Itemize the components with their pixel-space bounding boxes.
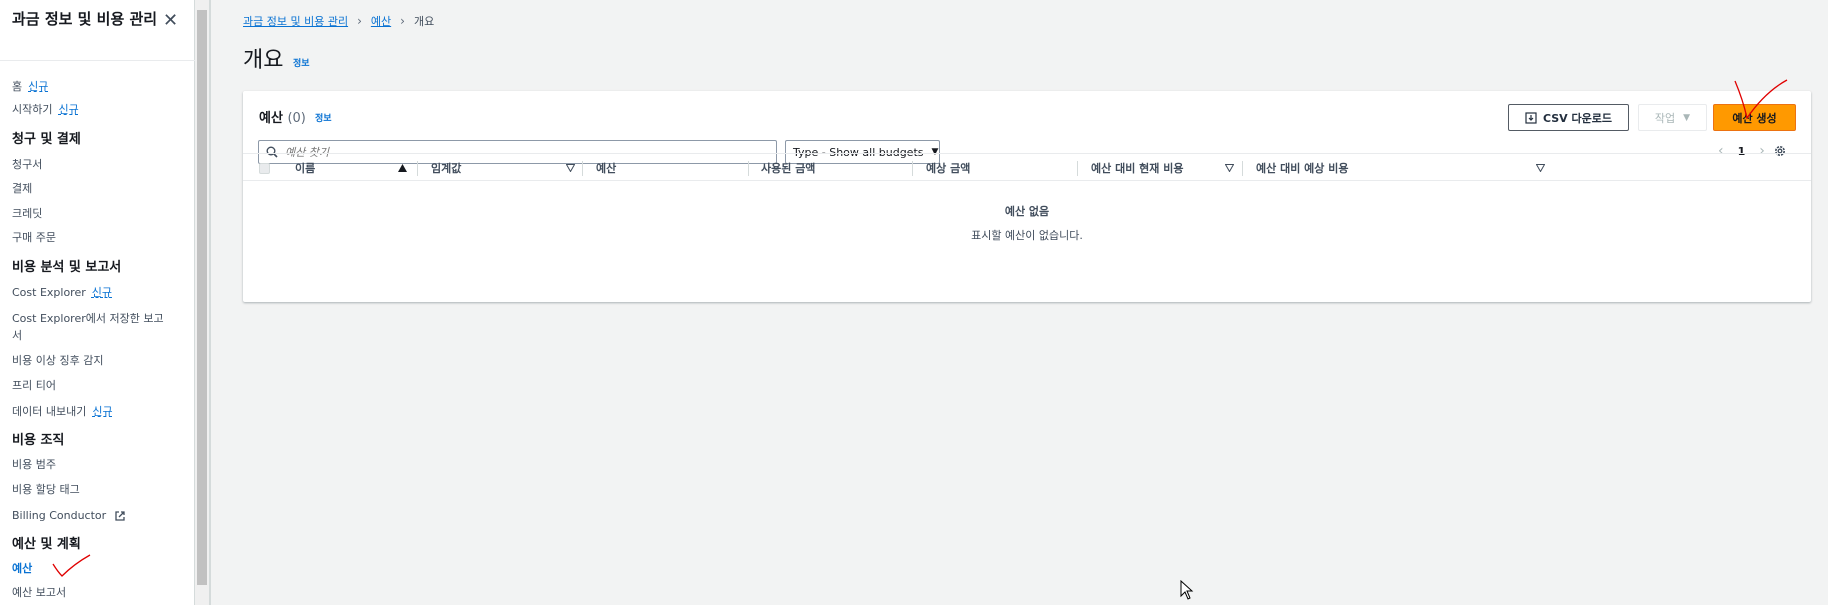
sidebar-item-credits[interactable]: 크레딧: [12, 207, 42, 221]
table-title: 예산 (0): [259, 107, 306, 126]
side-navigation: 과금 정보 및 비용 관리 ✕ 홈 신규 시작하기 신규 청구 및 결제 청구서 결…: [0, 0, 195, 605]
budgets-table-container: 예산 (0) 정보 CSV 다운로드 작업 ▼ 예산 생성 Type - Sho…: [243, 79, 1811, 302]
sidebar-item-data-exports[interactable]: 데이터 내보내기 신규: [12, 405, 113, 419]
scrollbar-thumb[interactable]: [197, 10, 207, 585]
create-budget-button[interactable]: 예산 생성: [1713, 104, 1796, 131]
empty-state-description: 표시할 예산이 없습니다.: [971, 229, 1083, 242]
column-header-threshold[interactable]: 임계값: [431, 154, 461, 182]
mouse-pointer-icon: [1180, 580, 1194, 600]
checkmark-annotation-icon: [52, 554, 91, 577]
section-heading-budgets: 예산 및 계획: [12, 537, 81, 552]
sidebar-scrollbar[interactable]: [195, 0, 209, 605]
csv-download-button[interactable]: CSV 다운로드: [1508, 104, 1629, 131]
breadcrumb-billing[interactable]: 과금 정보 및 비용 관리: [243, 13, 348, 29]
new-badge: 신규: [28, 80, 49, 93]
section-heading-cost-analysis: 비용 분석 및 보고서: [12, 260, 122, 275]
actions-label: 작업: [1654, 111, 1676, 125]
column-divider: [748, 161, 749, 176]
csv-download-label: CSV 다운로드: [1542, 111, 1613, 125]
column-divider: [582, 161, 583, 176]
sidebar-item-label: Billing Conductor: [12, 509, 107, 522]
breadcrumb-budgets[interactable]: 예산: [371, 13, 391, 29]
sidebar-item-label: Cost Explorer: [12, 286, 86, 299]
external-link-icon: [115, 511, 125, 521]
create-budget-label: 예산 생성: [1732, 111, 1777, 125]
table-count: (0): [287, 111, 306, 126]
breadcrumb-current: 개요: [413, 15, 435, 28]
table-header-row: 이름 임계값 예산 사용된 금액 예상 금액 예산 대비 현재 비용 예산 대비…: [243, 153, 1811, 181]
sidebar-item-cost-categories[interactable]: 비용 범주: [12, 458, 56, 472]
page-title: 개요: [243, 48, 284, 73]
actions-button[interactable]: 작업 ▼: [1638, 104, 1707, 131]
column-header-forecasted-amount: 예상 금액: [926, 162, 971, 175]
breadcrumb: 과금 정보 및 비용 관리 › 예산 › 개요: [243, 13, 434, 29]
sidebar-item-budgets[interactable]: 예산: [12, 562, 32, 576]
caret-down-icon: ▼: [1683, 112, 1691, 123]
sidebar-item-label: 홈: [12, 80, 23, 93]
empty-state-title: 예산 없음: [1004, 205, 1050, 218]
sidebar-item-cost-allocation-tags[interactable]: 비용 할당 태그: [12, 483, 80, 497]
column-header-forecast-vs-budget[interactable]: 예산 대비 예상 비용: [1256, 154, 1348, 182]
sort-icon[interactable]: [1536, 164, 1545, 172]
column-header-amount-used: 사용된 금액: [761, 162, 816, 175]
sidebar-item-cost-explorer[interactable]: Cost Explorer 신규: [12, 286, 112, 300]
sort-ascending-icon[interactable]: [398, 164, 407, 172]
sidebar-item-payments[interactable]: 결제: [12, 182, 32, 196]
column-divider: [1077, 161, 1078, 176]
sidebar-item-budget-reports[interactable]: 예산 보고서: [12, 586, 66, 600]
sidebar-title: 과금 정보 및 비용 관리: [12, 10, 158, 28]
sidebar-item-label: 데이터 내보내기: [12, 405, 87, 418]
download-icon: [1525, 111, 1537, 124]
new-badge: 신규: [91, 286, 113, 299]
panel-divider: [209, 0, 211, 605]
column-divider: [417, 161, 418, 176]
column-header-budget: 예산: [596, 162, 617, 175]
section-heading-cost-org: 비용 조직: [12, 433, 65, 448]
column-divider: [1242, 161, 1243, 176]
new-badge: 신규: [92, 405, 113, 418]
chevron-right-icon: ›: [357, 14, 362, 28]
info-link[interactable]: 정보: [293, 56, 310, 69]
sidebar-item-free-tier[interactable]: 프리 티어: [12, 379, 56, 393]
close-icon[interactable]: ✕: [163, 10, 178, 31]
sort-icon[interactable]: [1225, 164, 1234, 172]
sort-icon[interactable]: [566, 164, 575, 172]
sidebar-item-saved-reports[interactable]: Cost Explorer에서 저장한 보고서: [12, 310, 172, 344]
section-heading-billing: 청구 및 결제: [12, 132, 81, 147]
sidebar-item-anomaly-detection[interactable]: 비용 이상 징후 감지: [12, 354, 103, 368]
sidebar-divider: [0, 60, 195, 61]
sidebar-item-bills[interactable]: 청구서: [12, 158, 42, 172]
table-info-link[interactable]: 정보: [315, 111, 332, 124]
sidebar-item-billing-conductor[interactable]: Billing Conductor: [12, 509, 125, 523]
sidebar-item-label: 시작하기: [12, 103, 53, 116]
chevron-right-icon: ›: [400, 14, 405, 28]
new-badge: 신규: [58, 103, 79, 116]
table-title-text: 예산: [259, 111, 283, 126]
column-header-current-vs-budget[interactable]: 예산 대비 현재 비용: [1091, 154, 1183, 182]
sidebar-item-purchase-orders[interactable]: 구매 주문: [12, 231, 56, 245]
select-all-checkbox[interactable]: [259, 163, 270, 174]
column-header-name[interactable]: 이름: [295, 154, 315, 182]
sidebar-item-home[interactable]: 홈 신규: [12, 80, 48, 94]
column-divider: [912, 161, 913, 176]
sidebar-item-getting-started[interactable]: 시작하기 신규: [12, 103, 79, 117]
